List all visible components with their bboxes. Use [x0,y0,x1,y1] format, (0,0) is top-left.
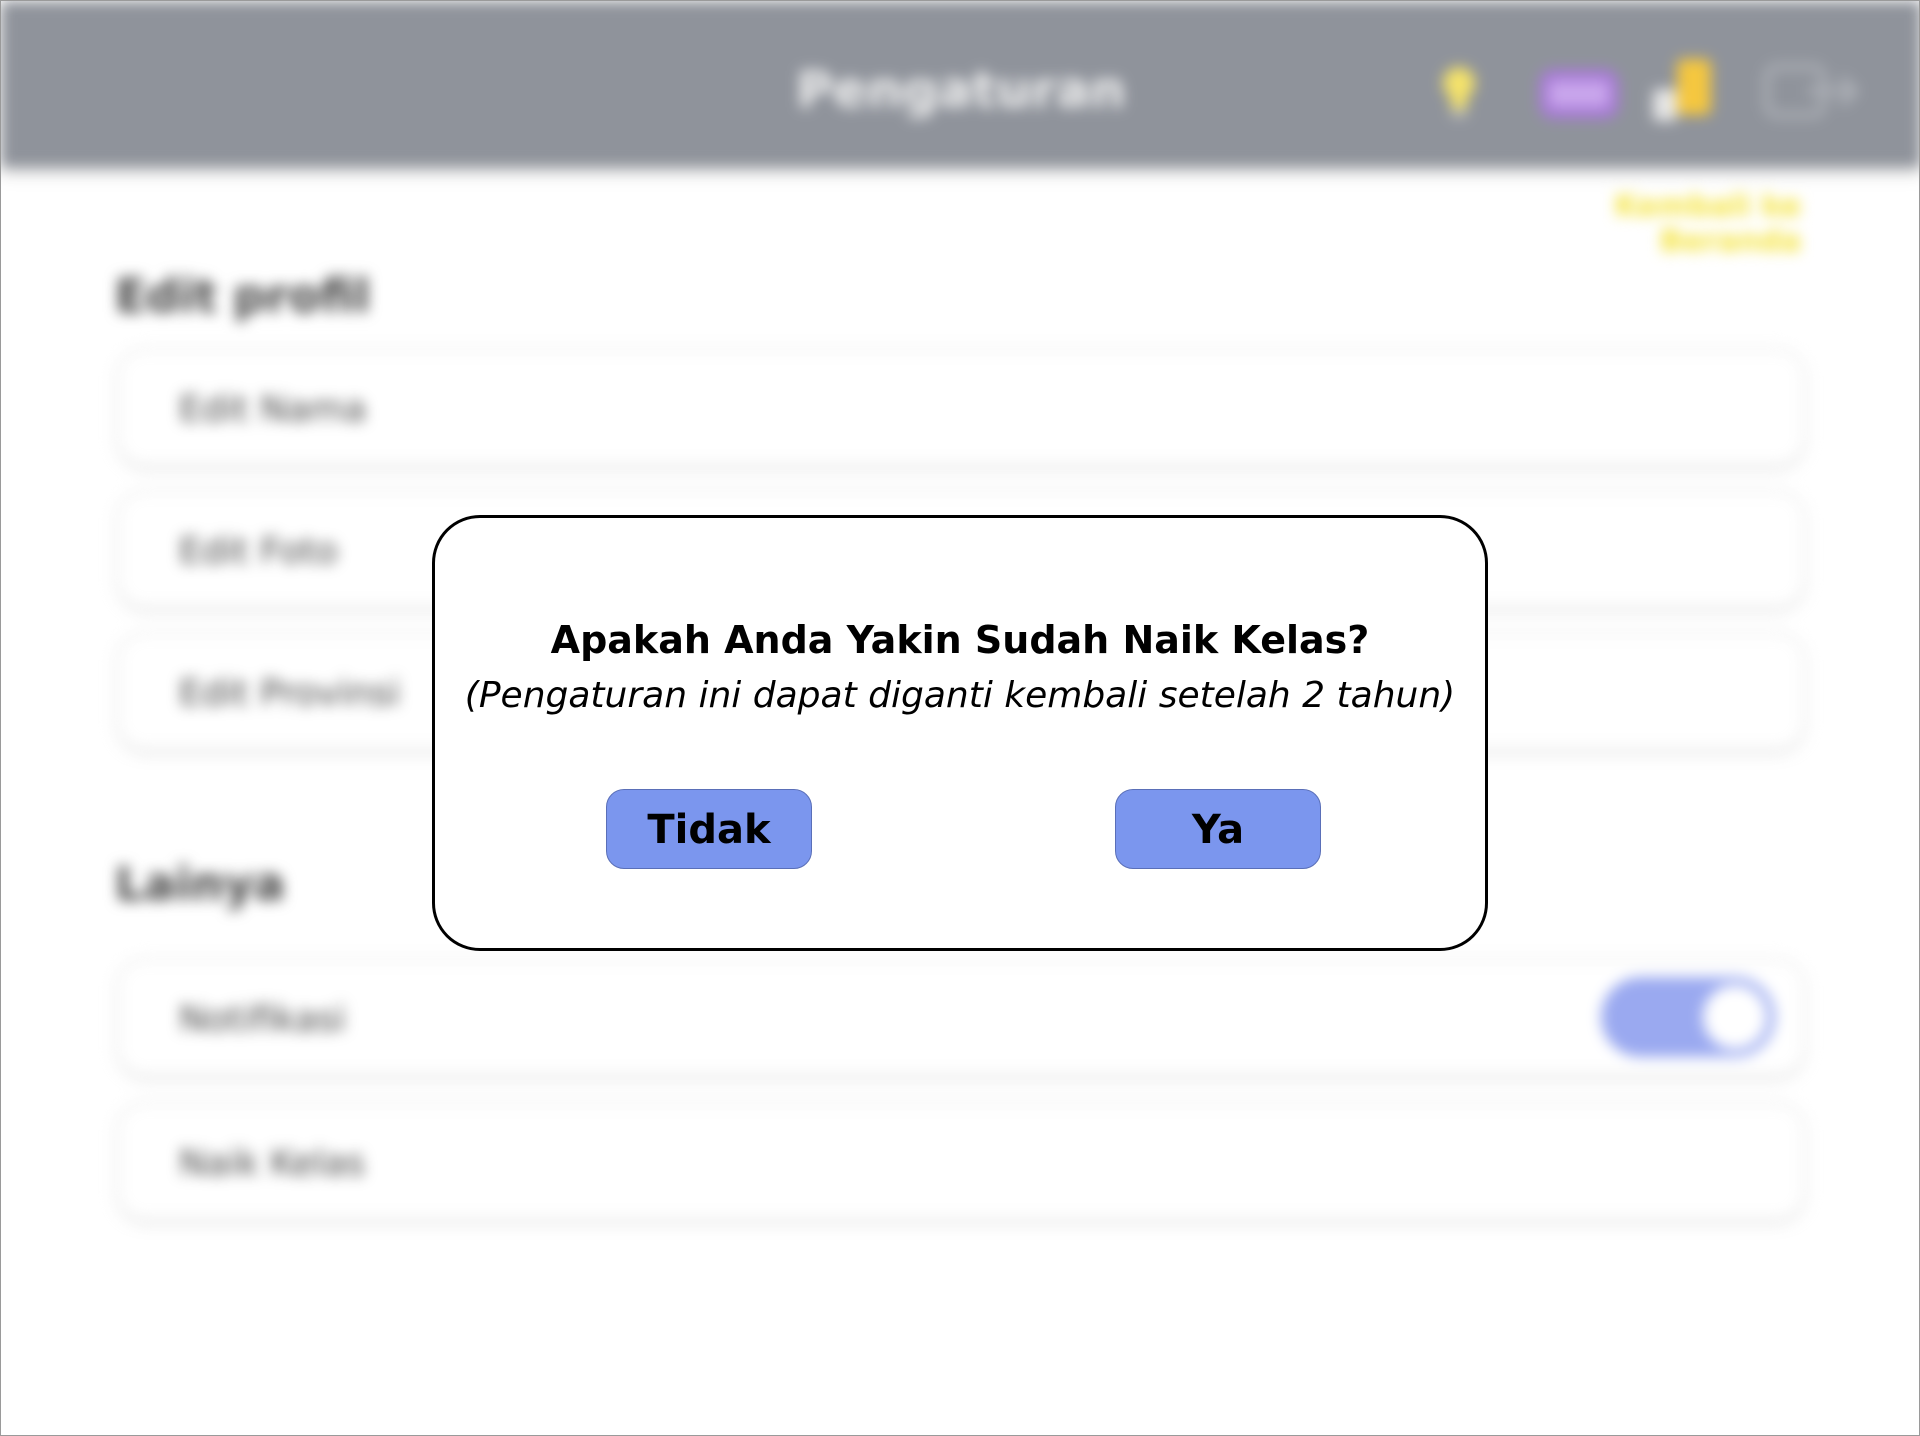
toggle-knob [1703,985,1767,1049]
bulb-icon[interactable] [1435,63,1483,125]
confirm-button[interactable]: Ya [1115,789,1321,869]
promote-class-item[interactable]: Naik Kelas [119,1105,1803,1217]
notification-toggle[interactable] [1601,977,1775,1057]
edit-name-label: Edit Nama [179,389,367,430]
edit-province-label: Edit Provinsi [179,673,401,714]
trophy-icon[interactable] [1647,55,1717,127]
edit-photo-label: Edit Foto [179,531,338,572]
back-home-link[interactable]: Kembali ke Beranda [1485,189,1801,259]
header-bar: Pengaturan [1,1,1919,167]
exit-icon[interactable] [1761,59,1861,123]
notification-item: Notifikasi [119,961,1803,1073]
section-title-edit-profile: Edit profil [115,269,371,323]
page-title: Pengaturan [796,61,1126,119]
cancel-button[interactable]: Tidak [606,789,812,869]
settings-screen: Pengaturan Kembali ke Beranda Edit profi… [0,0,1920,1436]
promote-class-label: Naik Kelas [179,1143,366,1184]
notification-label: Notifikasi [179,999,346,1040]
basket-icon[interactable] [1529,59,1629,125]
confirm-dialog: Apakah Anda Yakin Sudah Naik Kelas? (Pen… [432,515,1488,951]
edit-name-item[interactable]: Edit Nama [119,351,1803,463]
dialog-subtitle: (Pengaturan ini dapat diganti kembali se… [464,675,1456,716]
dialog-title: Apakah Anda Yakin Sudah Naik Kelas? [550,618,1370,662]
section-title-other: Lainya [115,857,285,911]
